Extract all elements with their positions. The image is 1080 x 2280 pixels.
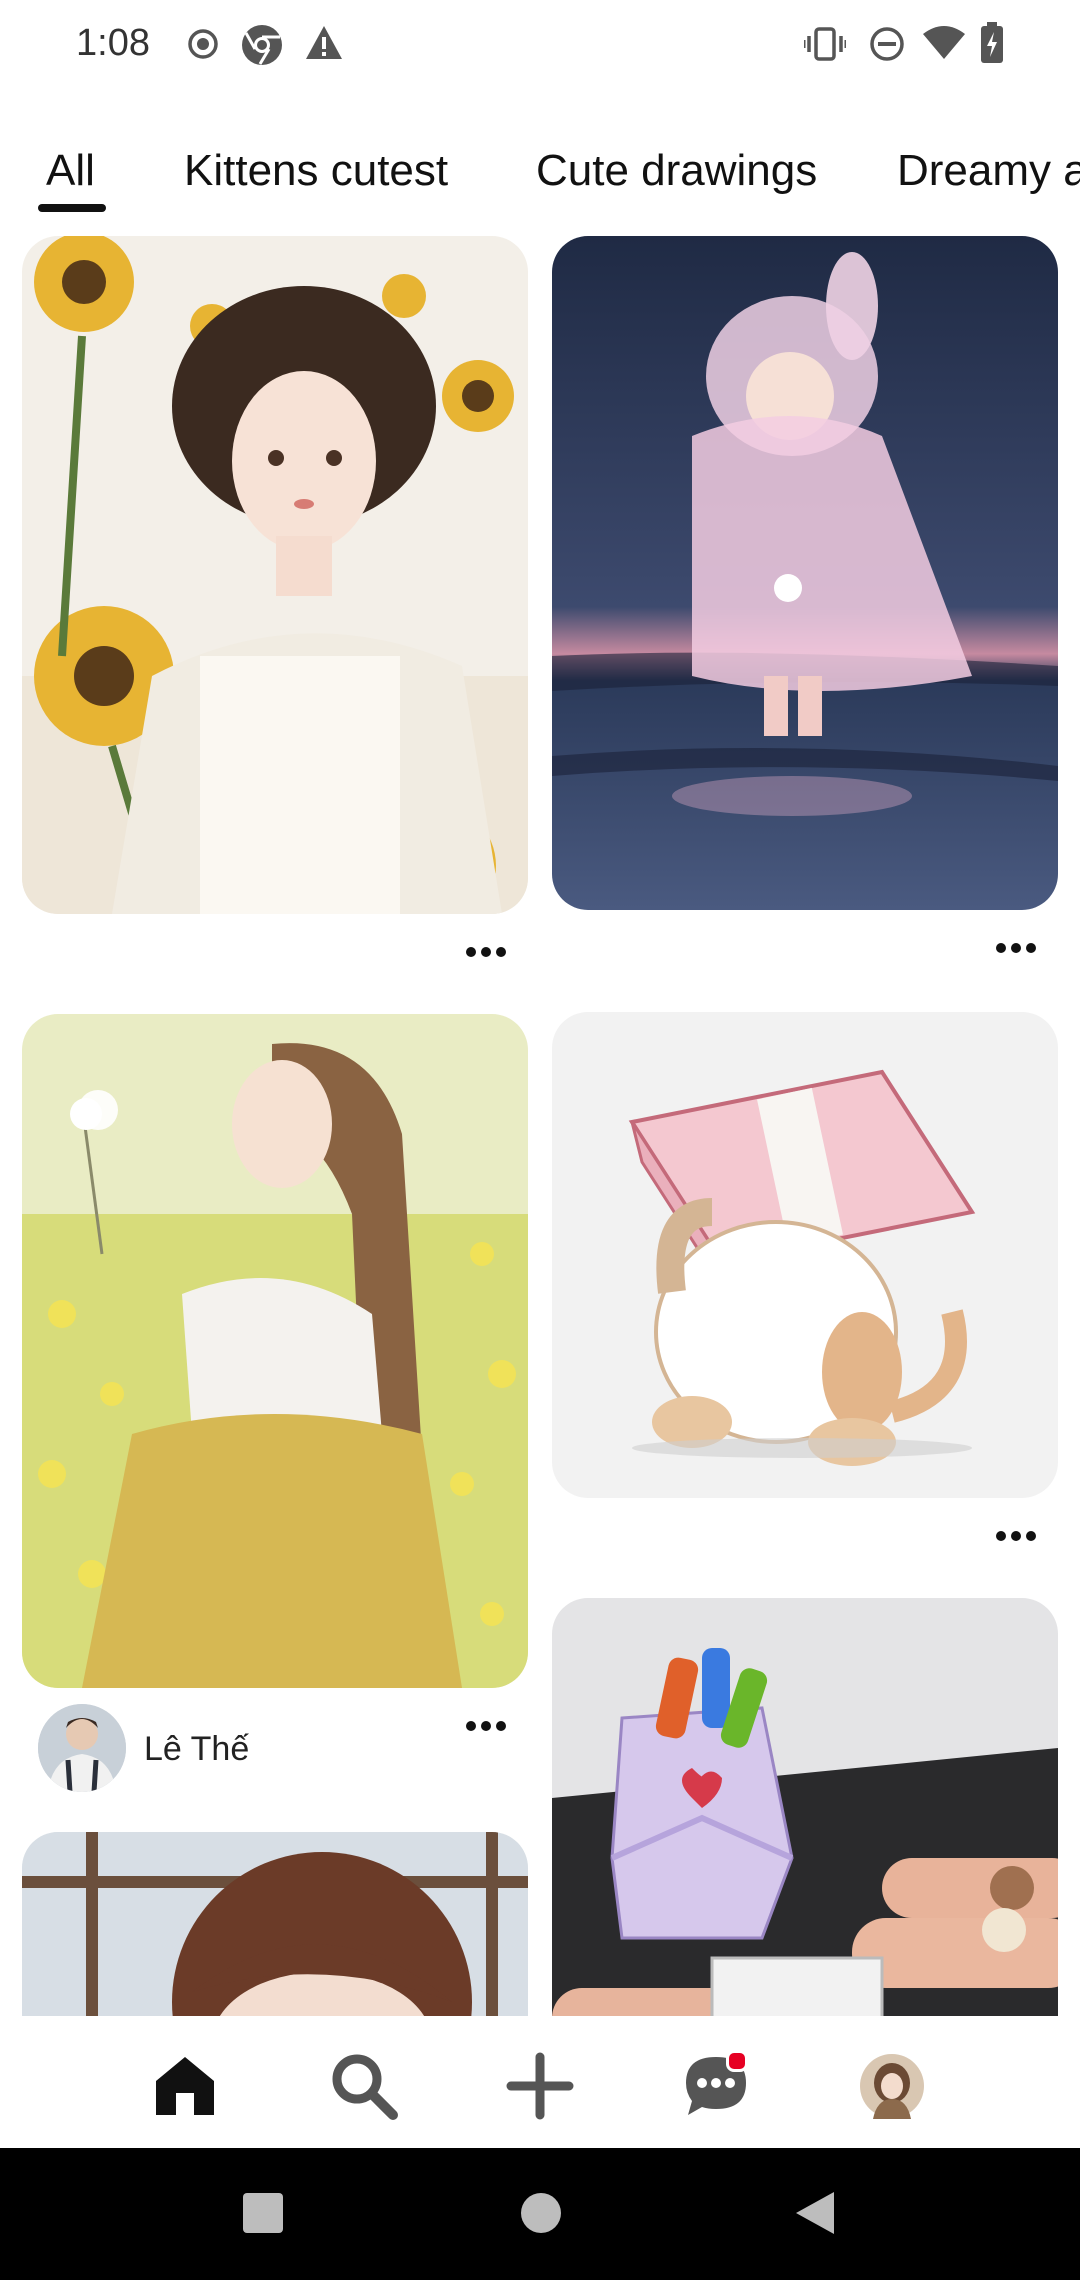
chrome-icon <box>242 25 282 65</box>
pin-image <box>552 236 1058 910</box>
more-options-icon[interactable] <box>996 940 1041 958</box>
notification-dot <box>726 2050 748 2072</box>
pin-card[interactable] <box>552 236 1058 910</box>
author-avatar[interactable] <box>38 1704 126 1792</box>
more-options-icon[interactable] <box>996 1528 1041 1546</box>
create-icon[interactable] <box>500 2046 580 2126</box>
recents-icon[interactable] <box>242 2192 284 2234</box>
status-bar: 1:08 <box>0 0 1080 90</box>
home-circle-icon[interactable] <box>520 2192 562 2234</box>
tab-all[interactable]: All <box>46 146 95 196</box>
back-icon[interactable] <box>794 2190 836 2236</box>
more-options-icon[interactable] <box>466 944 511 962</box>
vibrate-icon <box>804 27 846 61</box>
pin-image <box>22 1014 528 1688</box>
pin-card[interactable] <box>22 236 528 914</box>
board-tabs: All Kittens cutest Cute drawings Dreamy … <box>0 140 1080 220</box>
warning-icon <box>306 26 342 59</box>
tab-selected-indicator <box>38 204 106 212</box>
record-icon <box>188 29 218 59</box>
author-name[interactable]: Lê Thế <box>144 1730 249 1769</box>
tab-cute-drawings[interactable]: Cute drawings <box>536 146 817 196</box>
pin-image <box>552 1598 1058 2058</box>
profile-avatar[interactable] <box>852 2046 932 2126</box>
system-navigation-bar <box>0 2148 1080 2280</box>
messages-icon[interactable] <box>676 2046 756 2126</box>
pin-card[interactable] <box>552 1598 1058 2058</box>
status-time: 1:08 <box>76 22 150 64</box>
tab-kittens-cutest[interactable]: Kittens cutest <box>184 146 448 196</box>
home-icon[interactable] <box>145 2046 225 2126</box>
pin-card[interactable] <box>22 1014 528 1688</box>
more-options-icon[interactable] <box>466 1718 511 1736</box>
do-not-disturb-icon <box>870 27 904 61</box>
battery-icon <box>981 22 1003 63</box>
bottom-navigation <box>0 2016 1080 2148</box>
wifi-icon <box>923 26 965 59</box>
pin-image <box>552 1012 1058 1498</box>
tab-dreamy[interactable]: Dreamy a <box>897 146 1080 196</box>
search-icon[interactable] <box>324 2046 404 2126</box>
pin-image <box>22 236 528 914</box>
pin-card[interactable] <box>552 1012 1058 1498</box>
